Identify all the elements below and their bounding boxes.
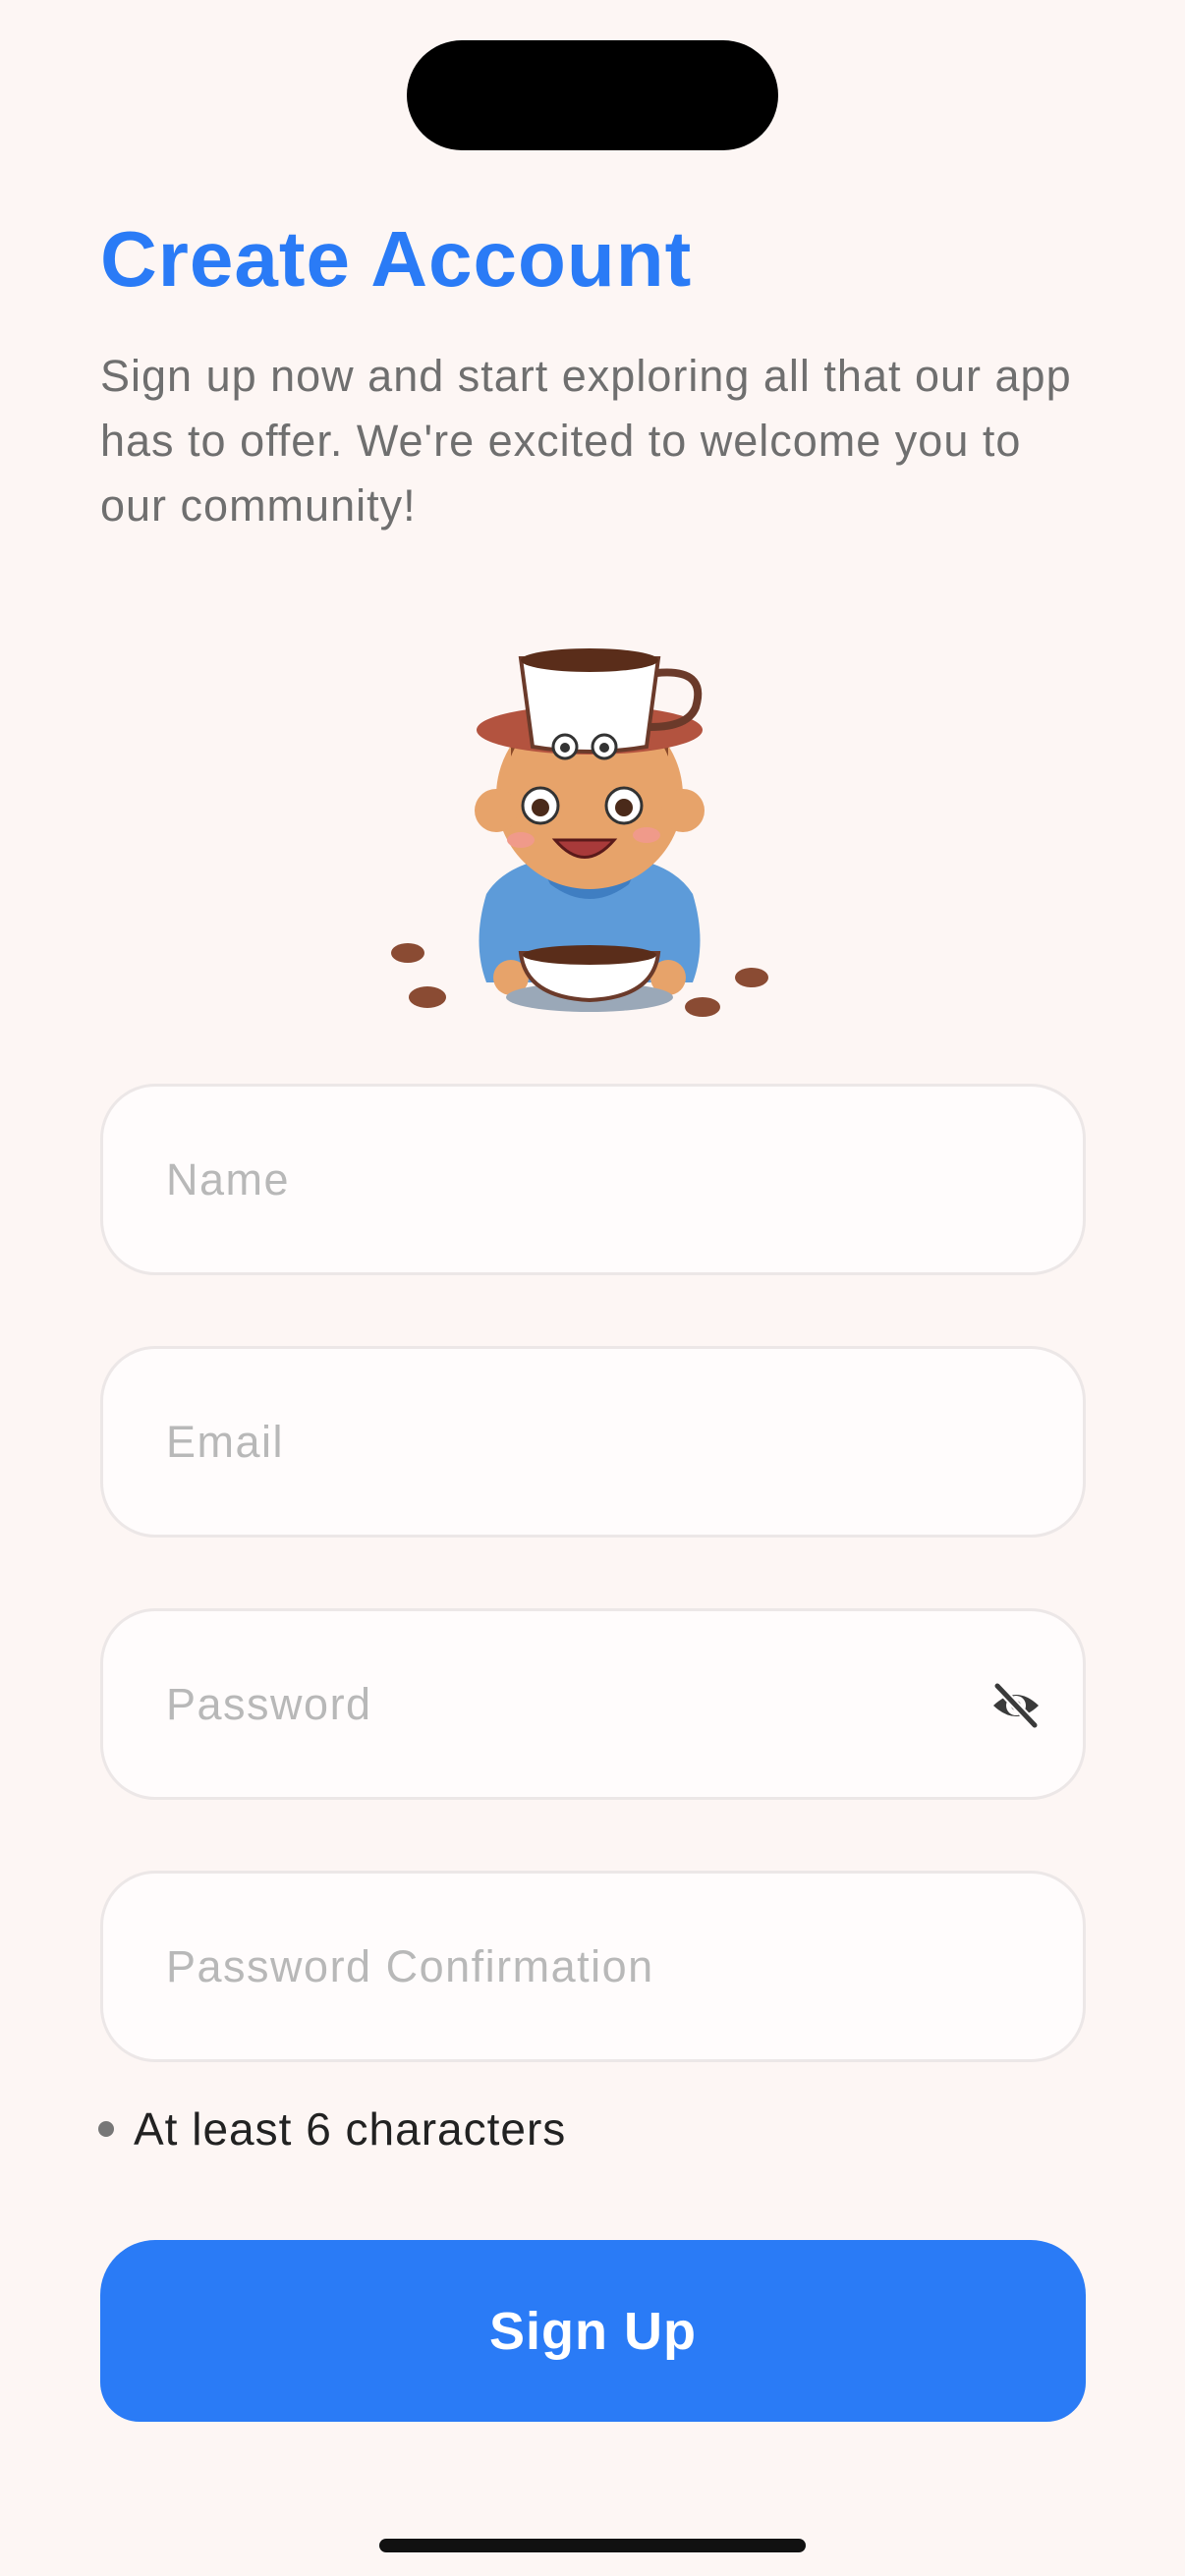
password-requirement: At least 6 characters xyxy=(98,2102,566,2156)
password-confirmation-input[interactable] xyxy=(166,1874,972,2059)
email-input[interactable] xyxy=(166,1349,972,1535)
status-time: 15:33 xyxy=(152,72,283,129)
password-requirement-text: At least 6 characters xyxy=(134,2103,567,2155)
name-field[interactable] xyxy=(100,1084,1086,1275)
bullet-icon xyxy=(98,2121,114,2137)
battery-icon xyxy=(1004,71,1085,106)
password-field[interactable] xyxy=(100,1608,1086,1800)
status-icons xyxy=(863,71,1085,106)
page-title: Create Account xyxy=(100,215,693,303)
dynamic-island xyxy=(407,40,778,150)
sign-up-button[interactable]: Sign Up xyxy=(100,2240,1086,2422)
password-confirmation-field[interactable] xyxy=(100,1871,1086,2062)
name-input[interactable] xyxy=(166,1087,972,1272)
status-bar: 15:33 xyxy=(0,0,1185,196)
password-input[interactable] xyxy=(166,1611,972,1797)
eye-slash-icon[interactable] xyxy=(990,1682,1042,1729)
home-indicator[interactable] xyxy=(379,2539,806,2552)
email-field[interactable] xyxy=(100,1346,1086,1538)
page-subtitle: Sign up now and start exploring all that… xyxy=(100,351,1072,531)
signal-icon xyxy=(863,72,922,105)
coffee-mascot-illustration xyxy=(391,648,768,1017)
wifi-icon xyxy=(940,71,986,104)
